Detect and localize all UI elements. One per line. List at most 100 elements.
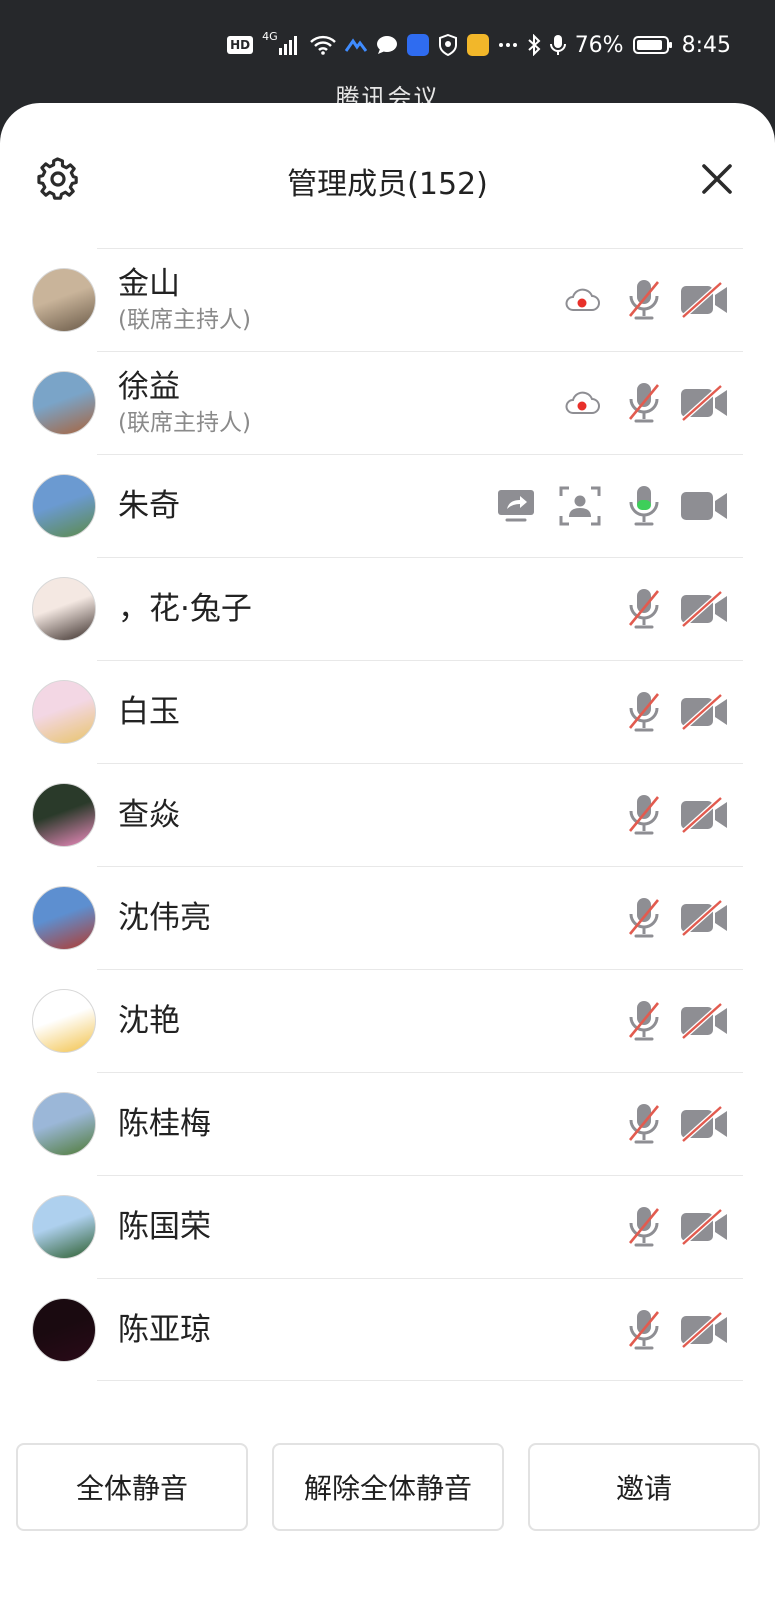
member-role: (联席主持人): [118, 409, 251, 436]
member-info: 金山 (联席主持人): [118, 248, 251, 351]
member-row[interactable]: 徐益 (联席主持人): [0, 351, 775, 454]
member-name: 陈亚琼: [118, 1311, 211, 1348]
more-icon: [498, 42, 518, 48]
invite-button[interactable]: 邀请: [528, 1443, 760, 1531]
battery-icon: [632, 35, 673, 55]
battery-percent: 76%: [574, 32, 624, 58]
mic-off-icon[interactable]: [626, 999, 662, 1043]
member-status-icons: [496, 454, 730, 557]
camera-off-icon[interactable]: [678, 693, 730, 730]
member-status-icons: [626, 1175, 730, 1278]
screen-share-icon: [496, 489, 536, 523]
avatar: [32, 474, 96, 538]
member-row[interactable]: 沈艳: [0, 969, 775, 1072]
bottom-actions: 全体静音 解除全体静音 邀请: [16, 1443, 760, 1531]
member-name: ，花·兔子: [118, 590, 252, 627]
app-tile-icon: [406, 34, 429, 56]
shield-icon: [438, 34, 458, 56]
member-status-icons: [626, 660, 730, 763]
camera-icon[interactable]: [678, 488, 730, 524]
member-status-icons: [562, 351, 730, 454]
member-info: 陈桂梅: [118, 1072, 211, 1175]
cloud-record-icon: [562, 287, 602, 313]
avatar: [32, 783, 96, 847]
mic-off-icon[interactable]: [626, 1205, 662, 1249]
member-info: 陈亚琼: [118, 1278, 211, 1381]
avatar: [32, 1298, 96, 1362]
avatar: [32, 577, 96, 641]
app-icon: [344, 37, 367, 53]
avatar: [32, 268, 96, 332]
avatar: [32, 1195, 96, 1259]
mic-off-icon[interactable]: [626, 896, 662, 940]
mic-off-icon[interactable]: [626, 1102, 662, 1146]
unmute-all-button[interactable]: 解除全体静音: [272, 1443, 504, 1531]
avatar: [32, 371, 96, 435]
mic-off-icon[interactable]: [626, 1308, 662, 1352]
camera-off-icon[interactable]: [678, 1105, 730, 1142]
member-row[interactable]: 陈桂梅: [0, 1072, 775, 1175]
member-row[interactable]: 查焱: [0, 763, 775, 866]
status-icons: HD 4G 76% 8:45: [227, 30, 731, 60]
member-info: 沈艳: [118, 969, 180, 1072]
member-row[interactable]: 白玉: [0, 660, 775, 763]
camera-off-icon[interactable]: [678, 899, 730, 936]
member-list: 金山 (联席主持人) 徐益 (联席主持人) 朱奇 ，花·兔子 白玉 查焱 沈伟亮…: [0, 248, 775, 1381]
signal-icon: 4G: [262, 30, 301, 55]
member-info: ，花·兔子: [118, 557, 252, 660]
member-name: 陈桂梅: [118, 1105, 211, 1142]
camera-off-icon[interactable]: [678, 1208, 730, 1245]
camera-off-icon[interactable]: [678, 1002, 730, 1039]
member-row[interactable]: 陈亚琼: [0, 1278, 775, 1381]
member-row[interactable]: 陈国荣: [0, 1175, 775, 1278]
chat-icon: [376, 35, 398, 55]
mic-icon[interactable]: [626, 484, 662, 528]
camera-off-icon[interactable]: [678, 281, 730, 318]
member-status-icons: [626, 557, 730, 660]
manage-members-sheet: 管理成员(152) 金山 (联席主持人) 徐益 (联席主持人) 朱奇 ，花·兔子…: [0, 103, 775, 1600]
member-info: 查焱: [118, 763, 180, 866]
member-name: 白玉: [118, 693, 180, 730]
status-bar: HD 4G 76% 8:45 腾讯会议: [0, 0, 775, 112]
member-row[interactable]: 朱奇: [0, 454, 775, 557]
member-name: 朱奇: [118, 487, 180, 524]
mic-off-icon[interactable]: [626, 793, 662, 837]
camera-off-icon[interactable]: [678, 590, 730, 627]
mic-icon: [549, 34, 566, 56]
member-info: 朱奇: [118, 454, 180, 557]
member-status-icons: [626, 1072, 730, 1175]
camera-off-icon[interactable]: [678, 1311, 730, 1348]
spotlight-icon[interactable]: [558, 486, 602, 526]
wifi-icon: [309, 35, 336, 55]
member-status-icons: [626, 1278, 730, 1381]
close-icon: [702, 164, 732, 194]
clock: 8:45: [681, 32, 731, 58]
avatar: [32, 680, 96, 744]
weibo-icon: [466, 34, 489, 56]
camera-off-icon[interactable]: [678, 796, 730, 833]
member-row[interactable]: ，花·兔子: [0, 557, 775, 660]
cloud-record-icon: [562, 390, 602, 416]
member-info: 陈国荣: [118, 1175, 211, 1278]
avatar: [32, 886, 96, 950]
member-status-icons: [626, 866, 730, 969]
member-name: 沈伟亮: [118, 899, 211, 936]
avatar: [32, 1092, 96, 1156]
member-row[interactable]: 沈伟亮: [0, 866, 775, 969]
mic-off-icon[interactable]: [626, 690, 662, 734]
mic-off-icon[interactable]: [626, 278, 662, 322]
camera-off-icon[interactable]: [678, 384, 730, 421]
mic-off-icon[interactable]: [626, 587, 662, 631]
member-name: 陈国荣: [118, 1208, 211, 1245]
close-button[interactable]: [699, 161, 735, 197]
mic-off-icon[interactable]: [626, 381, 662, 425]
sheet-header: 管理成员(152): [0, 103, 775, 253]
member-status-icons: [562, 248, 730, 351]
member-info: 白玉: [118, 660, 180, 763]
member-info: 徐益 (联席主持人): [118, 351, 251, 454]
member-status-icons: [626, 763, 730, 866]
sheet-title: 管理成员(152): [287, 167, 488, 202]
member-name: 徐益: [118, 368, 180, 405]
member-row[interactable]: 金山 (联席主持人): [0, 248, 775, 351]
mute-all-button[interactable]: 全体静音: [16, 1443, 248, 1531]
